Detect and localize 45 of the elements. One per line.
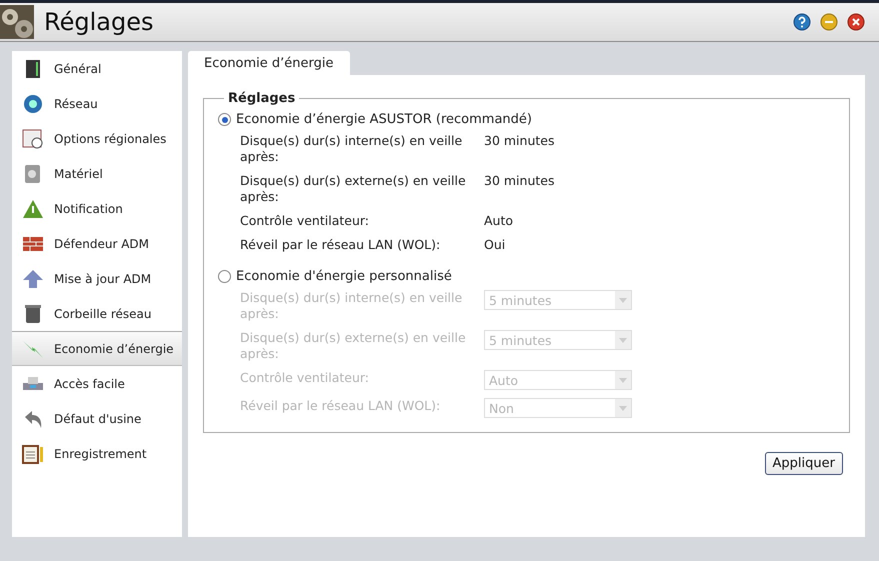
setting-label: Disque(s) dur(s) externe(s) en veille après:	[240, 330, 467, 362]
setting-label: Disque(s) dur(s) interne(s) en veille après:	[240, 133, 464, 165]
sidebar-item[interactable]: Matériel	[12, 156, 182, 191]
sidebar-item[interactable]: Economie d’énergie	[12, 331, 182, 366]
trash-can-icon	[22, 304, 44, 324]
sidebar-item[interactable]: Accès facile	[12, 366, 182, 401]
tab[interactable]: Economie d’énergie	[188, 51, 350, 75]
option-label: Economie d'énergie personnalisé	[236, 269, 452, 284]
setting-label: Disque(s) dur(s) externe(s) en veille après:	[240, 173, 467, 205]
sidebar-item[interactable]: Corbeille réseau	[12, 296, 182, 331]
sidebar-item[interactable]: Défaut d'usine	[12, 401, 182, 436]
calendar-clock-icon	[22, 128, 44, 148]
close-icon[interactable]	[847, 13, 865, 31]
globe-icon	[22, 94, 44, 114]
setting-label: Réveil par le réseau LAN (WOL):	[240, 398, 442, 414]
minimize-icon[interactable]	[820, 13, 838, 31]
caret-icon	[619, 298, 627, 302]
sidebar-item[interactable]: Notification	[12, 191, 182, 226]
setting-value: Oui	[484, 237, 506, 253]
caret-icon	[619, 406, 627, 410]
setting-label: Contrôle ventilateur:	[240, 370, 370, 386]
sidebar-item[interactable]: Défendeur ADM	[12, 226, 182, 261]
caret-icon	[619, 378, 627, 382]
help-icon[interactable]	[793, 13, 811, 31]
setting-label: Contrôle ventilateur:	[240, 213, 370, 229]
setting-label: Réveil par le réseau LAN (WOL):	[240, 237, 442, 253]
caret-icon	[619, 338, 627, 342]
sidebar-item[interactable]: Options régionales	[12, 121, 182, 156]
window-title: Réglages	[44, 8, 154, 36]
warning-icon	[22, 198, 44, 218]
radio-button[interactable]	[218, 113, 231, 126]
setting-label: Disque(s) dur(s) interne(s) en veille après:	[240, 290, 464, 322]
sidebar-item[interactable]: Mise à jour ADM	[12, 261, 182, 296]
sidebar-item[interactable]: Général	[12, 51, 182, 86]
setting-value: Auto	[484, 213, 514, 229]
sidebar-item[interactable]: Enregistrement	[12, 436, 182, 471]
option-label: Economie d’énergie ASUSTOR (recommandé)	[236, 112, 532, 127]
group-title: Réglages	[227, 91, 296, 106]
gears-icon	[0, 5, 34, 39]
sidebar-item[interactable]: Réseau	[12, 86, 182, 121]
setting-value: 30 minutes	[484, 173, 554, 189]
up-arrow-icon	[22, 268, 44, 288]
setting-value: 30 minutes	[484, 133, 554, 149]
apply-button[interactable]: Appliquer	[764, 452, 843, 475]
clipboard-icon	[22, 444, 44, 464]
